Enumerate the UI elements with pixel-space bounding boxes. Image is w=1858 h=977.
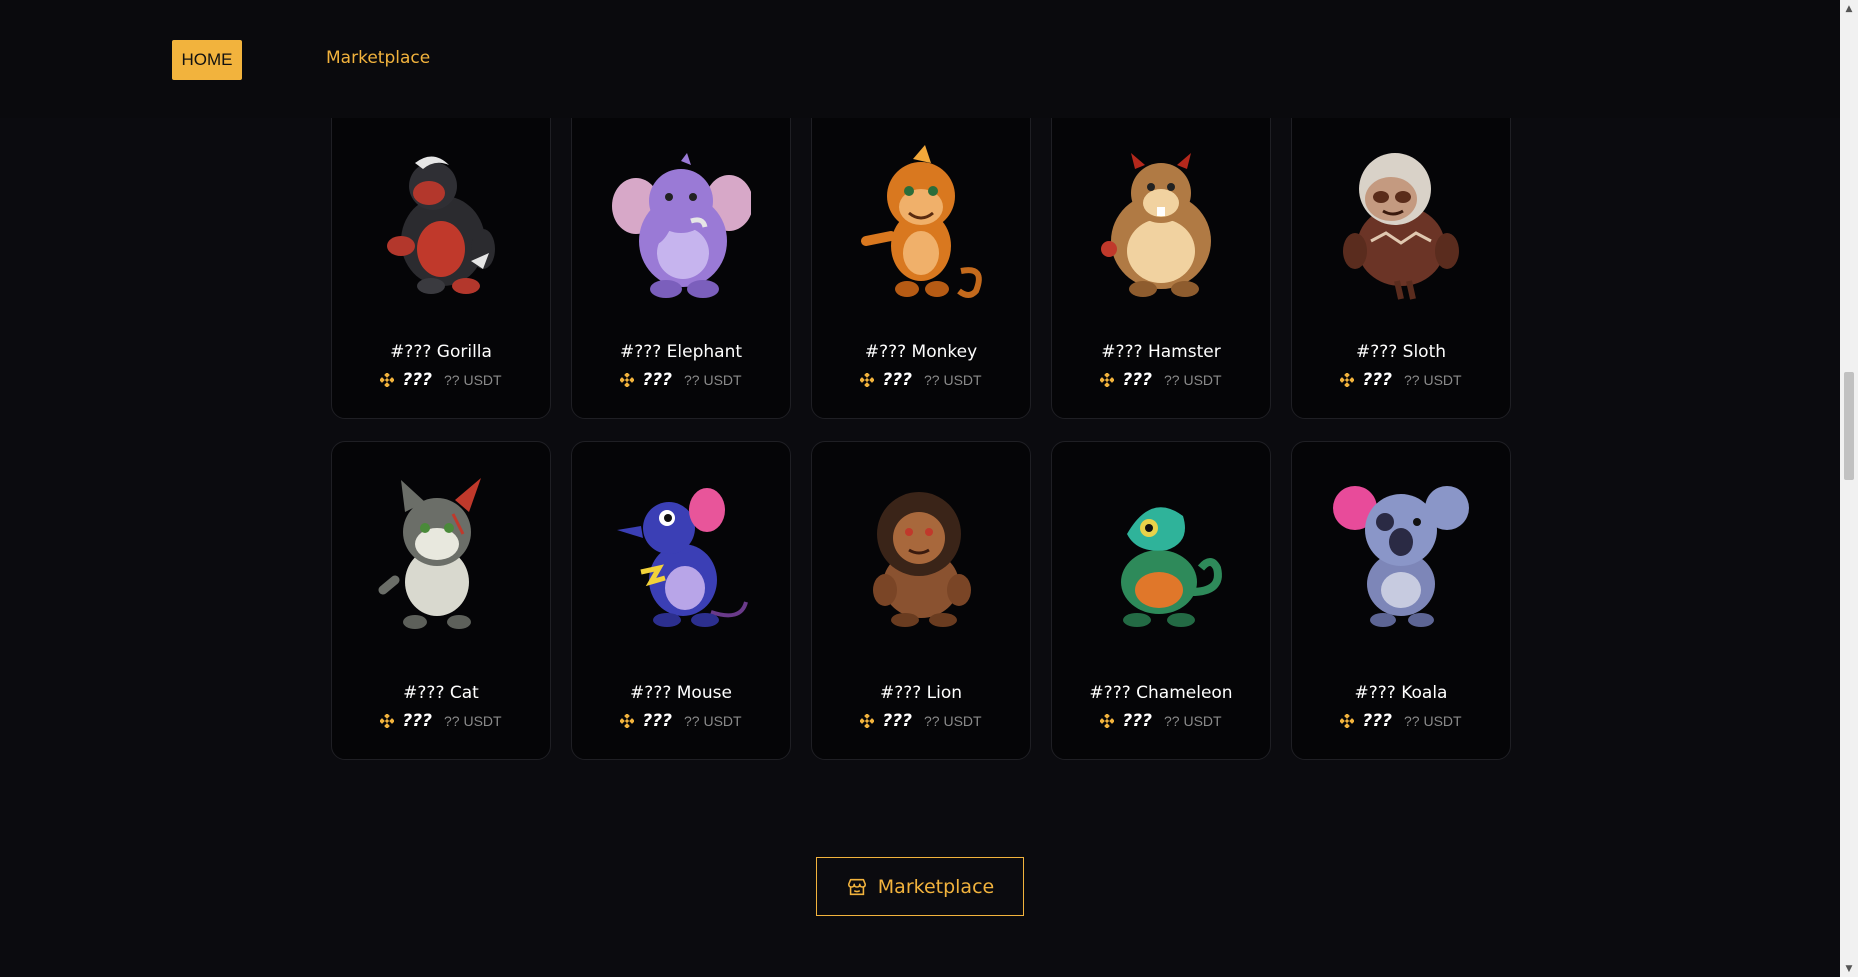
store-icon bbox=[847, 878, 866, 895]
marketplace-button-label: Marketplace bbox=[877, 875, 995, 898]
nft-usdt-price: ?? USDT bbox=[1404, 372, 1462, 388]
nft-coin-price: ??? bbox=[402, 711, 432, 731]
vertical-scrollbar[interactable]: ▲ ▼ bbox=[1840, 0, 1858, 977]
nft-coin-price: ??? bbox=[1122, 711, 1152, 731]
nft-name: #??? Monkey bbox=[864, 342, 978, 362]
sloth-icon bbox=[1343, 153, 1459, 300]
nft-price: ??? ?? USDT bbox=[332, 370, 550, 390]
bnb-coin-icon bbox=[1340, 373, 1355, 387]
bnb-coin-icon bbox=[860, 714, 875, 728]
nft-coin-price: ??? bbox=[882, 711, 912, 731]
nft-card-cat[interactable]: #??? Cat ??? ?? USDT bbox=[331, 441, 551, 760]
nft-usdt-price: ?? USDT bbox=[1164, 372, 1222, 388]
nft-coin-price: ??? bbox=[402, 370, 432, 390]
nft-price: ??? ?? USDT bbox=[1052, 711, 1270, 731]
monkey-icon bbox=[861, 145, 982, 298]
nft-name: #??? Koala bbox=[1354, 683, 1448, 703]
scroll-thumb[interactable] bbox=[1844, 372, 1854, 480]
koala-icon bbox=[1333, 486, 1469, 627]
home-button[interactable]: HOME bbox=[172, 40, 242, 80]
nft-grid: #??? Gorilla ??? ?? USDT #??? Elephant ?… bbox=[0, 0, 1840, 977]
nft-card-koala[interactable]: #??? Koala ??? ?? USDT bbox=[1291, 441, 1511, 760]
nft-price: ??? ?? USDT bbox=[812, 370, 1030, 390]
nft-card-chameleon[interactable]: #??? Chameleon ??? ?? USDT bbox=[1051, 441, 1271, 760]
nft-coin-price: ??? bbox=[642, 711, 672, 731]
nft-coin-price: ??? bbox=[1362, 711, 1392, 731]
nft-usdt-price: ?? USDT bbox=[924, 372, 982, 388]
nav-marketplace-link[interactable]: Marketplace bbox=[326, 48, 430, 68]
elephant-icon bbox=[612, 153, 751, 298]
nft-price: ??? ?? USDT bbox=[572, 711, 790, 731]
nft-coin-price: ??? bbox=[1122, 370, 1152, 390]
nft-name: #??? Gorilla bbox=[390, 342, 492, 362]
nft-coin-price: ??? bbox=[1362, 370, 1392, 390]
bnb-coin-icon bbox=[1100, 373, 1115, 387]
nft-card-mouse[interactable]: #??? Mouse ??? ?? USDT bbox=[571, 441, 791, 760]
scroll-up-icon[interactable]: ▲ bbox=[1840, 0, 1858, 17]
nft-price: ??? ?? USDT bbox=[1292, 370, 1510, 390]
nft-price: ??? ?? USDT bbox=[1292, 711, 1510, 731]
nft-usdt-price: ?? USDT bbox=[1404, 713, 1462, 729]
nft-price: ??? ?? USDT bbox=[332, 711, 550, 731]
hamster-icon bbox=[1101, 153, 1211, 297]
scroll-down-icon[interactable]: ▼ bbox=[1840, 960, 1858, 977]
nft-name: #??? Chameleon bbox=[1089, 683, 1233, 703]
mouse-icon bbox=[617, 488, 748, 627]
nft-name: #??? Sloth bbox=[1355, 342, 1447, 362]
nft-usdt-price: ?? USDT bbox=[444, 713, 502, 729]
nft-name: #??? Cat bbox=[403, 683, 479, 703]
nft-card-lion[interactable]: #??? Lion ??? ?? USDT bbox=[811, 441, 1031, 760]
top-navbar: HOME Marketplace bbox=[0, 0, 1840, 118]
nft-usdt-price: ?? USDT bbox=[1164, 713, 1222, 729]
nft-usdt-price: ?? USDT bbox=[924, 713, 982, 729]
page: #??? Gorilla ??? ?? USDT #??? Elephant ?… bbox=[0, 0, 1858, 977]
cat-icon bbox=[378, 478, 481, 629]
nft-name: #??? Mouse bbox=[630, 683, 732, 703]
chameleon-icon bbox=[1121, 507, 1222, 627]
nft-card-gorilla[interactable]: #??? Gorilla ??? ?? USDT bbox=[331, 90, 551, 419]
nft-coin-price: ??? bbox=[642, 370, 672, 390]
bnb-coin-icon bbox=[620, 714, 635, 728]
bnb-coin-icon bbox=[860, 373, 875, 387]
nft-price: ??? ?? USDT bbox=[1052, 370, 1270, 390]
bnb-coin-icon bbox=[380, 373, 395, 387]
nft-price: ??? ?? USDT bbox=[812, 711, 1030, 731]
nft-card-elephant[interactable]: #??? Elephant ??? ?? USDT bbox=[571, 90, 791, 419]
bnb-coin-icon bbox=[380, 714, 395, 728]
nft-coin-price: ??? bbox=[882, 370, 912, 390]
bnb-coin-icon bbox=[620, 373, 635, 387]
nft-card-monkey[interactable]: #??? Monkey ??? ?? USDT bbox=[811, 90, 1031, 419]
marketplace-button[interactable]: Marketplace bbox=[816, 857, 1024, 916]
bnb-coin-icon bbox=[1340, 714, 1355, 728]
gorilla-icon bbox=[387, 156, 495, 294]
nft-card-hamster[interactable]: #??? Hamster ??? ?? USDT bbox=[1051, 90, 1271, 419]
nft-usdt-price: ?? USDT bbox=[684, 713, 742, 729]
nft-name: #??? Elephant bbox=[619, 342, 743, 362]
nft-card-sloth[interactable]: #??? Sloth ??? ?? USDT bbox=[1291, 90, 1511, 419]
nft-name: #??? Hamster bbox=[1101, 342, 1221, 362]
bnb-coin-icon bbox=[1100, 714, 1115, 728]
nft-usdt-price: ?? USDT bbox=[684, 372, 742, 388]
nft-name: #??? Lion bbox=[879, 683, 963, 703]
lion-icon bbox=[873, 492, 971, 627]
nft-usdt-price: ?? USDT bbox=[444, 372, 502, 388]
nft-price: ??? ?? USDT bbox=[572, 370, 790, 390]
